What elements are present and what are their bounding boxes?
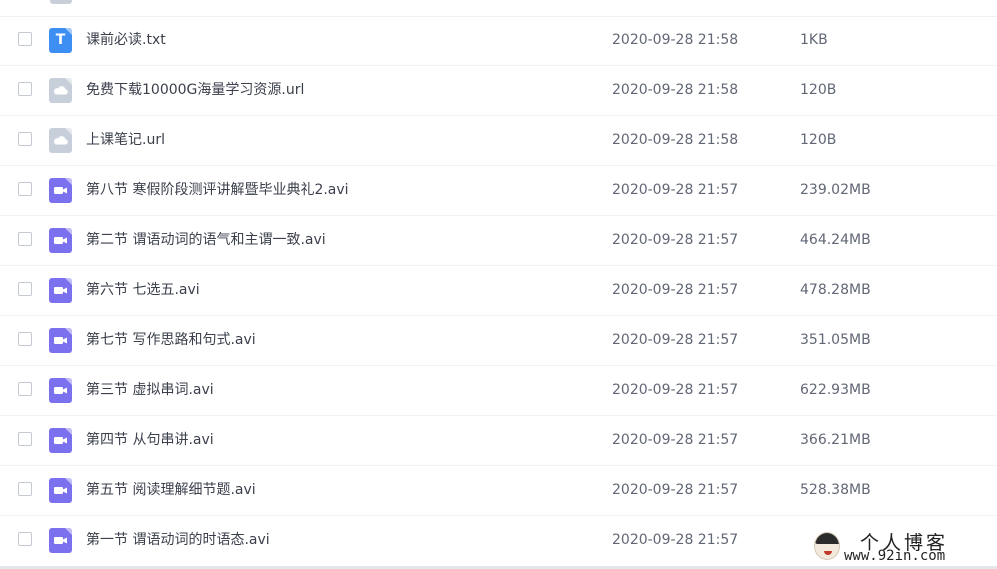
file-size: 528.38MB [800, 482, 871, 498]
row-checkbox[interactable] [18, 332, 32, 346]
video-file-icon [49, 228, 72, 253]
file-row[interactable]: 第七节 写作思路和句式.avi 2020-09-28 21:57 351.05M… [0, 316, 997, 366]
file-size: 366.21MB [800, 432, 871, 448]
file-name[interactable]: 第四节 从句串讲.avi [86, 416, 214, 464]
file-date: 2020-09-28 21:57 [612, 332, 739, 348]
file-list: T 课前必读.txt 2020-09-28 21:58 1KB 免费下载1000… [0, 16, 997, 566]
file-date: 2020-09-28 21:57 [612, 382, 739, 398]
row-checkbox[interactable] [18, 82, 32, 96]
row-checkbox[interactable] [18, 132, 32, 146]
file-row[interactable]: T 课前必读.txt 2020-09-28 21:58 1KB [0, 16, 997, 66]
file-name[interactable]: 第七节 写作思路和句式.avi [86, 316, 256, 364]
avatar-icon [814, 532, 840, 560]
video-file-icon [49, 278, 72, 303]
watermark-overlay: 个人博客 www.92in.com [802, 528, 977, 566]
file-size: 464.24MB [800, 232, 871, 248]
video-file-icon [49, 378, 72, 403]
file-name[interactable]: 免费下载10000G海量学习资源.url [86, 66, 304, 114]
file-row[interactable]: 第八节 寒假阶段测评讲解暨毕业典礼2.avi 2020-09-28 21:57 … [0, 166, 997, 216]
file-name[interactable]: 第一节 谓语动词的时语态.avi [86, 516, 270, 564]
file-row[interactable]: 第六节 七选五.avi 2020-09-28 21:57 478.28MB [0, 266, 997, 316]
row-checkbox[interactable] [18, 32, 32, 46]
row-checkbox[interactable] [18, 282, 32, 296]
file-row[interactable]: 第三节 虚拟串词.avi 2020-09-28 21:57 622.93MB [0, 366, 997, 416]
file-date: 2020-09-28 21:58 [612, 32, 739, 48]
file-row[interactable]: 上课笔记.url 2020-09-28 21:58 120B [0, 116, 997, 166]
row-checkbox[interactable] [18, 382, 32, 396]
file-date: 2020-09-28 21:57 [612, 232, 739, 248]
file-size: 478.28MB [800, 282, 871, 298]
previous-row-partial [0, 0, 997, 17]
video-file-icon [49, 428, 72, 453]
video-file-icon [49, 478, 72, 503]
text-file-icon: T [49, 28, 72, 53]
video-file-icon [49, 328, 72, 353]
watermark-url: www.92in.com [844, 548, 946, 564]
file-row[interactable]: 第四节 从句串讲.avi 2020-09-28 21:57 366.21MB [0, 416, 997, 466]
file-name[interactable]: 第六节 七选五.avi [86, 266, 200, 314]
partial-file-icon [50, 0, 72, 4]
file-size: 351.05MB [800, 332, 871, 348]
row-checkbox[interactable] [18, 532, 32, 546]
row-checkbox[interactable] [18, 232, 32, 246]
file-date: 2020-09-28 21:57 [612, 182, 739, 198]
file-name[interactable]: 第三节 虚拟串词.avi [86, 366, 214, 414]
file-date: 2020-09-28 21:58 [612, 132, 739, 148]
video-file-icon [49, 528, 72, 553]
file-row[interactable]: 免费下载10000G海量学习资源.url 2020-09-28 21:58 12… [0, 66, 997, 116]
file-size: 622.93MB [800, 382, 871, 398]
file-date: 2020-09-28 21:57 [612, 532, 739, 548]
file-date: 2020-09-28 21:57 [612, 282, 739, 298]
file-size: 120B [800, 82, 837, 98]
file-name[interactable]: 第二节 谓语动词的语气和主谓一致.avi [86, 216, 326, 264]
file-date: 2020-09-28 21:57 [612, 432, 739, 448]
cloud-file-icon [49, 78, 72, 103]
file-row[interactable]: 第二节 谓语动词的语气和主谓一致.avi 2020-09-28 21:57 46… [0, 216, 997, 266]
video-file-icon [49, 178, 72, 203]
file-name[interactable]: 第八节 寒假阶段测评讲解暨毕业典礼2.avi [86, 166, 349, 214]
file-date: 2020-09-28 21:58 [612, 82, 739, 98]
cloud-file-icon [49, 128, 72, 153]
file-size: 239.02MB [800, 182, 871, 198]
file-name[interactable]: 上课笔记.url [86, 116, 165, 164]
file-name[interactable]: 课前必读.txt [86, 16, 166, 64]
row-checkbox[interactable] [18, 182, 32, 196]
row-checkbox[interactable] [18, 482, 32, 496]
file-row[interactable]: 第五节 阅读理解细节题.avi 2020-09-28 21:57 528.38M… [0, 466, 997, 516]
file-size: 120B [800, 132, 837, 148]
file-name[interactable]: 第五节 阅读理解细节题.avi [86, 466, 256, 514]
file-date: 2020-09-28 21:57 [612, 482, 739, 498]
row-checkbox[interactable] [18, 432, 32, 446]
file-size: 1KB [800, 32, 828, 48]
